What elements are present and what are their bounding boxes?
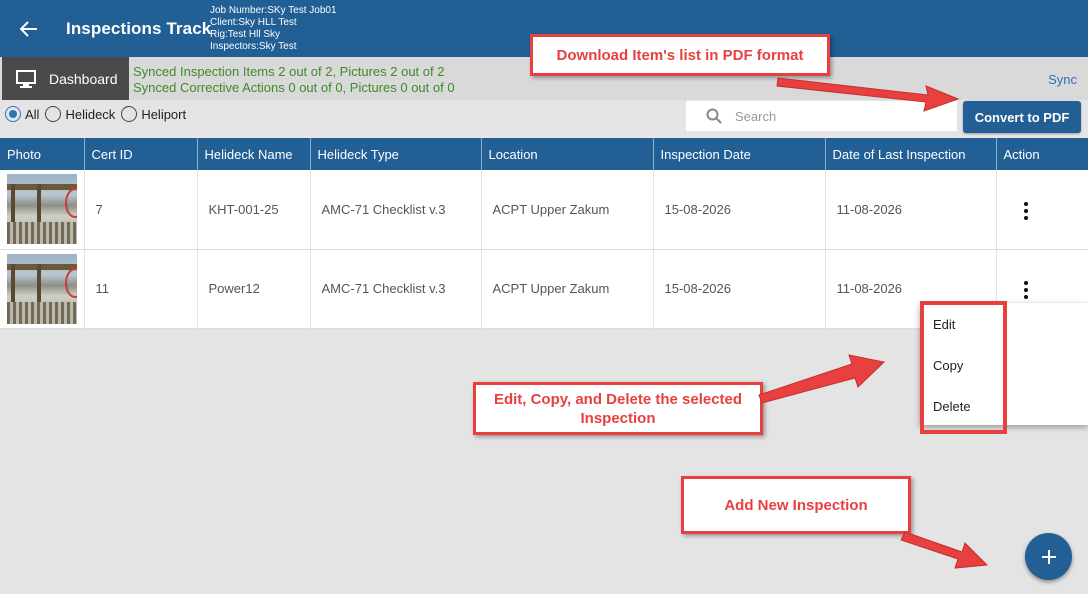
location: ACPT Upper Zakum [481, 249, 654, 328]
callout-edit-line2: Inspection [580, 409, 656, 427]
sync-status: Synced Inspection Items 2 out of 2, Pict… [133, 64, 455, 96]
search-icon [706, 108, 722, 124]
sync-actions-status: Synced Corrective Actions 0 out of 0, Pi… [133, 80, 455, 95]
menu-highlight-box [920, 301, 1007, 434]
cert-id: 11 [84, 249, 198, 328]
dashboard-label: Dashboard [49, 70, 118, 87]
job-info: Job Number:SKy Test Job01 Client:Sky HLL… [210, 5, 337, 53]
convert-to-pdf-button[interactable]: Convert to PDF [963, 101, 1081, 133]
client-name: Client:Sky HLL Test [210, 17, 297, 28]
back-button[interactable] [14, 14, 44, 44]
filter-heliport-radio[interactable]: Heliport [121, 106, 186, 122]
plus-icon [1041, 549, 1056, 564]
filter-helideck-label: Helideck [65, 106, 116, 122]
more-vertical-icon[interactable] [1014, 196, 1038, 225]
job-number: Job Number:SKy Test Job01 [210, 5, 337, 16]
filter-heliport-label: Heliport [141, 106, 187, 122]
callout-pdf: Download Item's list in PDF format [530, 34, 830, 76]
helideck-type: AMC-71 Checklist v.3 [310, 249, 482, 328]
photo-cell [0, 170, 85, 249]
radio-unchecked-icon [121, 106, 138, 122]
action-cell [996, 170, 1088, 249]
location: ACPT Upper Zakum [481, 170, 654, 249]
dashboard-button[interactable]: Dashboard [2, 57, 129, 100]
photo-cell [0, 249, 85, 328]
column-header: Photo [0, 138, 85, 170]
helideck-type: AMC-71 Checklist v.3 [310, 170, 482, 249]
helideck-thumbnail[interactable] [7, 253, 77, 324]
page-title: Inspections Track [66, 19, 212, 38]
type-filter: All Helideck Heliport [5, 106, 192, 122]
inspection-date: 15-08-2026 [653, 170, 826, 249]
cert-id: 7 [84, 170, 198, 249]
callout-add: Add New Inspection [681, 476, 911, 534]
search-input[interactable] [735, 108, 935, 124]
column-header: Action [1003, 146, 1040, 162]
column-header[interactable]: Location [481, 138, 654, 170]
arrow-to-add-icon [900, 531, 989, 569]
more-vertical-icon[interactable] [1014, 275, 1038, 304]
helideck-name: KHT-001-25 [197, 170, 311, 249]
inspection-date: 15-08-2026 [653, 249, 826, 328]
inspectors-name: Inspectors:Sky Test [210, 41, 297, 52]
table-header-row: Photo Cert ID Helideck Name Helideck Typ… [0, 138, 1088, 170]
search-box [686, 101, 957, 131]
inspections-table: Photo Cert ID Helideck Name Helideck Typ… [0, 138, 1088, 329]
column-header[interactable]: Helideck Name [197, 138, 311, 170]
column-header[interactable]: Helideck Type [310, 138, 482, 170]
add-inspection-button[interactable] [1025, 533, 1072, 580]
rig-name: Rig:Test Hll Sky [210, 29, 281, 40]
table-row[interactable]: 7 KHT-001-25 AMC-71 Checklist v.3 ACPT U… [0, 170, 1088, 249]
column-header[interactable]: Cert ID [84, 138, 198, 170]
arrow-to-menu-icon [758, 354, 886, 404]
radio-unchecked-icon [45, 106, 62, 122]
arrow-left-icon [20, 21, 37, 37]
filter-helideck-radio[interactable]: Helideck [45, 106, 115, 122]
callout-edit-line1: Edit, Copy, and Delete the selected [493, 390, 743, 408]
column-header[interactable]: Date of Last Inspection [825, 138, 997, 170]
callout-edit-copy-delete: Edit, Copy, and Delete the selected Insp… [473, 382, 763, 435]
filter-all-radio[interactable]: All [5, 106, 39, 122]
filter-all-label: All [25, 106, 40, 122]
column-header[interactable]: Inspection Date [653, 138, 826, 170]
radio-checked-icon [5, 106, 21, 122]
sync-items-status: Synced Inspection Items 2 out of 2, Pict… [133, 64, 445, 79]
last-inspection-date: 11-08-2026 [825, 170, 997, 249]
sync-link[interactable]: Sync [1048, 72, 1077, 87]
helideck-name: Power12 [197, 249, 311, 328]
monitor-icon [16, 69, 36, 88]
helideck-thumbnail[interactable] [7, 174, 77, 245]
